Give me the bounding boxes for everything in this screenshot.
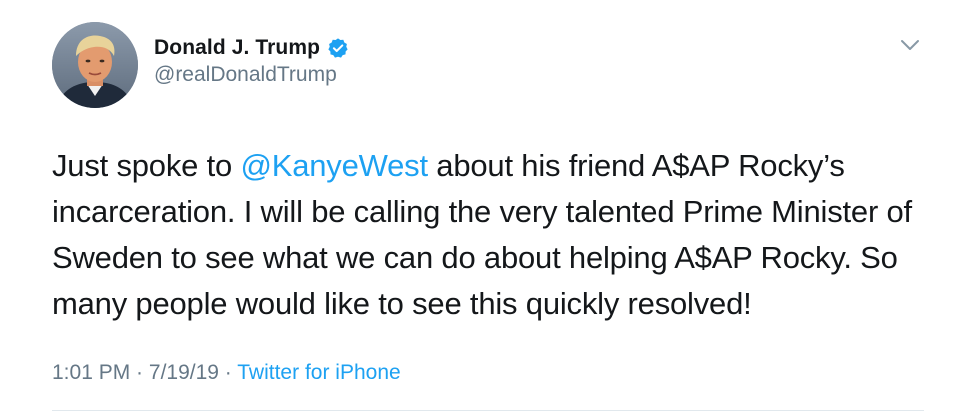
avatar[interactable] [52,22,138,108]
mention-link[interactable]: @KanyeWest [240,148,428,183]
tweet-card: Donald J. Trump @realDonaldTrump Just sp… [0,0,960,416]
tweet-source-link[interactable]: Twitter for iPhone [237,361,400,384]
meta-separator: · [218,361,238,384]
tweet-date[interactable]: 7/19/19 [149,361,219,384]
name-row: Donald J. Trump [154,36,349,60]
meta-separator: · [130,361,149,384]
tweet-header: Donald J. Trump @realDonaldTrump [52,20,349,110]
tweet-meta: 1:01 PM · 7/19/19 · Twitter for iPhone [52,361,401,385]
divider [52,410,924,411]
avatar-image [52,22,138,108]
tweet-text: Just spoke to @KanyeWest about his frien… [52,143,922,327]
chevron-down-icon[interactable] [900,38,920,52]
tweet-time[interactable]: 1:01 PM [52,361,130,384]
tweet-text-before-mention: Just spoke to [52,148,241,183]
verified-badge-icon [327,37,349,59]
user-handle[interactable]: @realDonaldTrump [154,63,349,87]
display-name[interactable]: Donald J. Trump [154,36,320,60]
user-meta: Donald J. Trump @realDonaldTrump [154,36,349,87]
